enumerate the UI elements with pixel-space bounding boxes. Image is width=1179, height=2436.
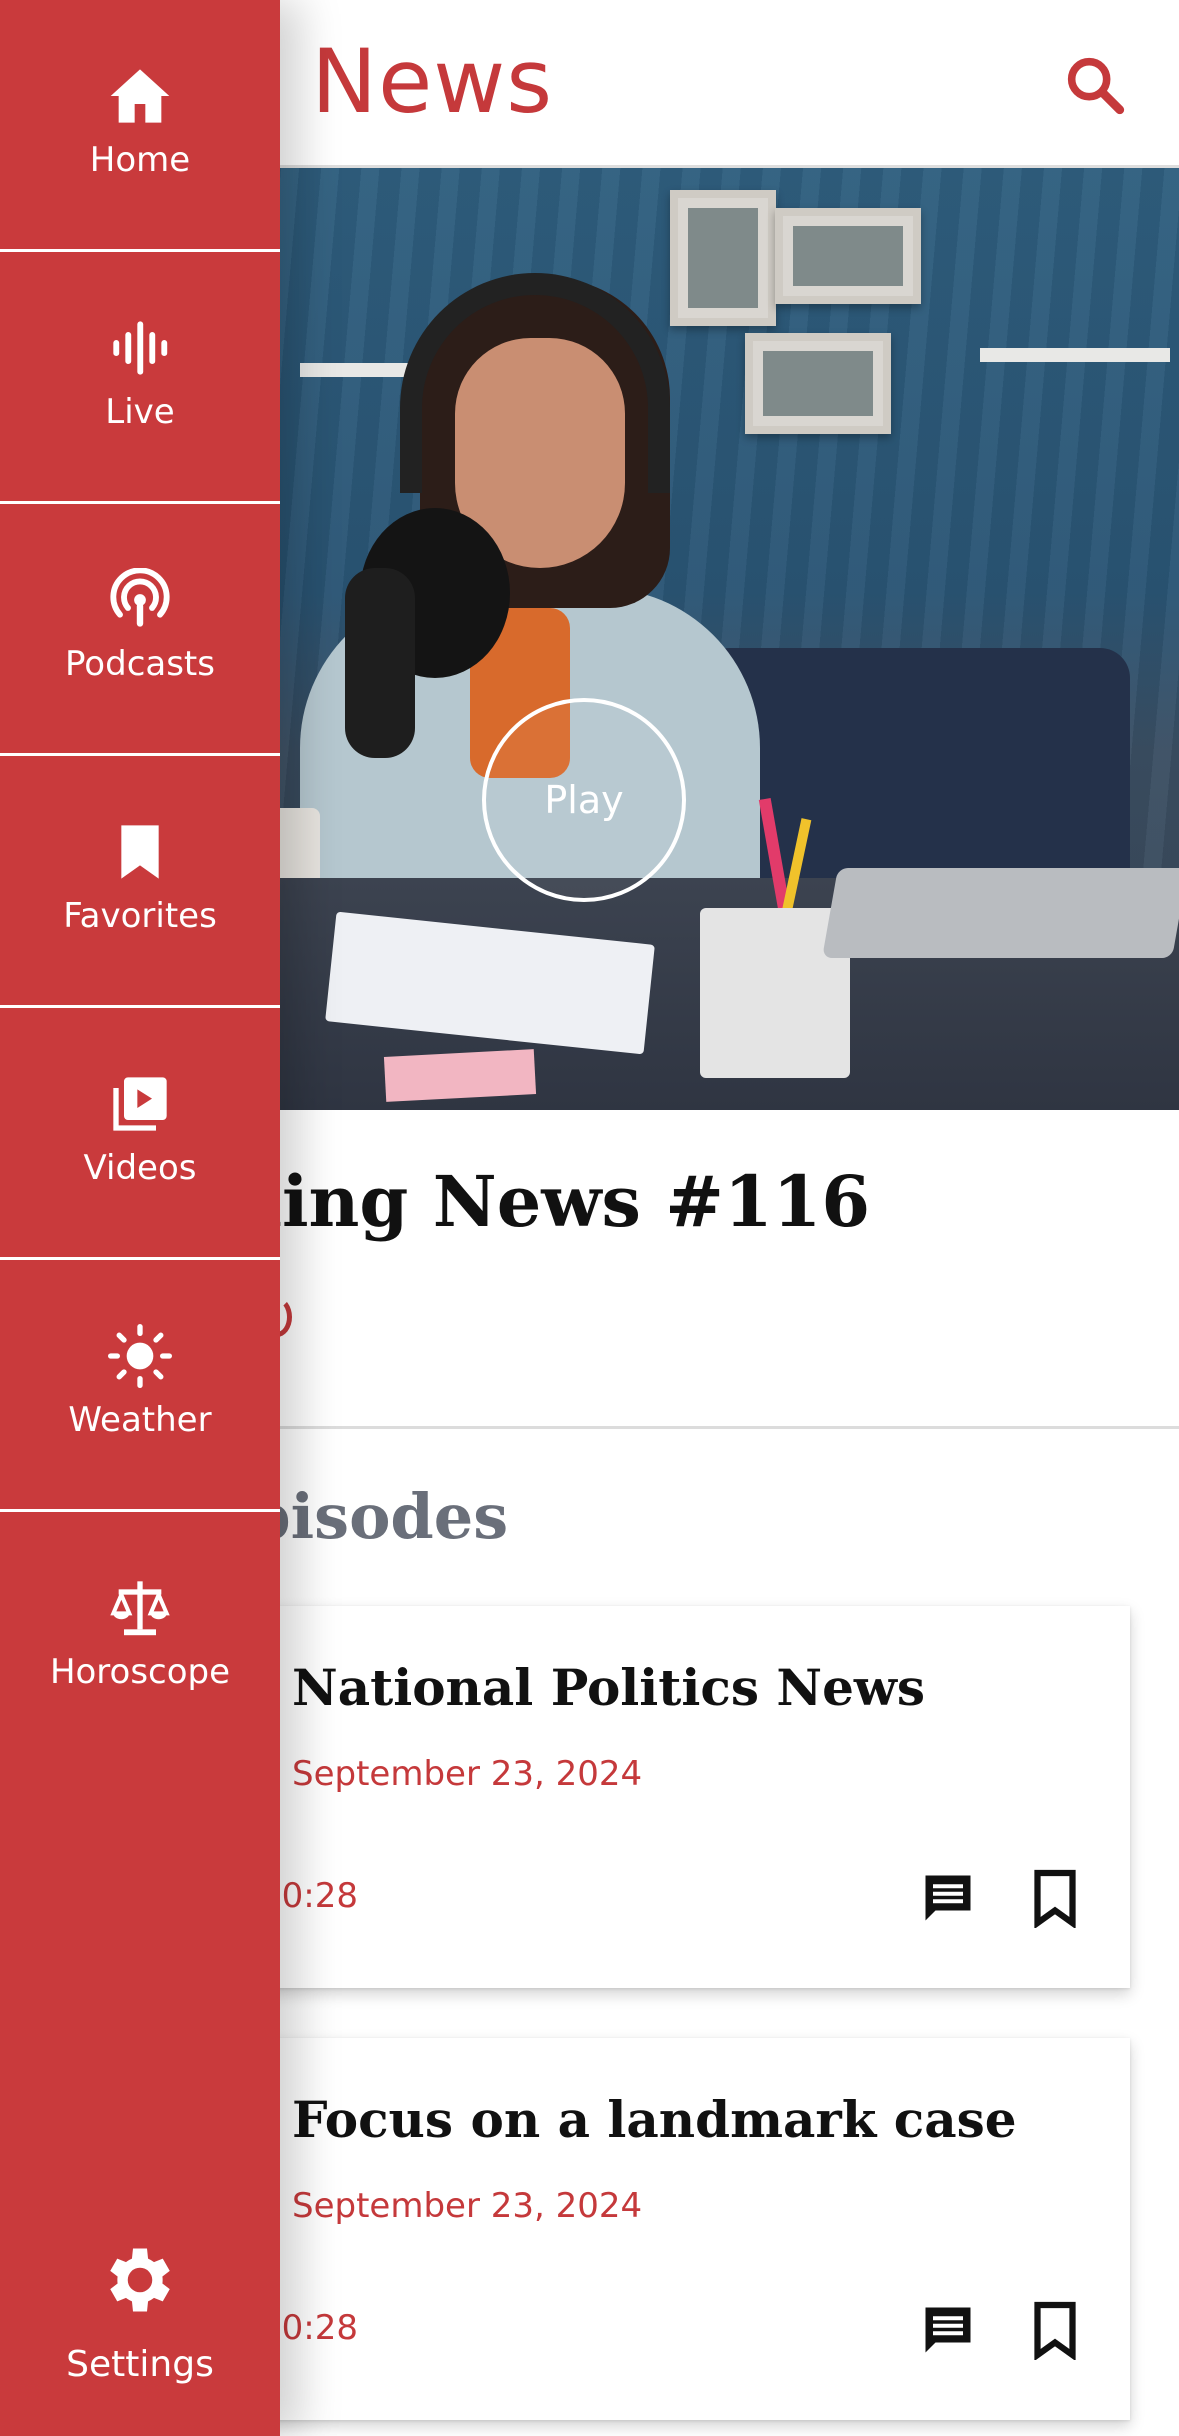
nav-label: Podcasts [65, 644, 215, 684]
sun-icon [108, 1324, 172, 1388]
nav-label: Favorites [63, 896, 217, 936]
nav-item-settings[interactable]: Settings [0, 2228, 280, 2436]
bookmark-icon[interactable] [1030, 2300, 1080, 2362]
nav-label: Weather [68, 1400, 212, 1440]
nav-item-home[interactable]: Home [0, 0, 280, 252]
navigation-drawer: Home Live Podcasts Favorites Videos Weat… [0, 0, 280, 2436]
nav-item-videos[interactable]: Videos [0, 1008, 280, 1260]
card-title: Focus on a landmark case [292, 2090, 1017, 2149]
video-library-icon [113, 1077, 167, 1131]
card-date: September 23, 2024 [292, 1754, 643, 1794]
podcast-icon [110, 568, 170, 627]
search-button[interactable] [1060, 50, 1130, 120]
nav-label: Horoscope [49, 1652, 231, 1692]
audio-waveform-icon [113, 321, 168, 375]
nav-item-favorites[interactable]: Favorites [0, 756, 280, 1008]
episode-card[interactable]: National Politics News September 23, 202… [200, 1606, 1130, 1988]
home-icon [110, 69, 170, 123]
nav-label: Live [105, 392, 175, 432]
nav-label: Settings [66, 2344, 214, 2385]
nav-item-podcasts[interactable]: Podcasts [0, 504, 280, 756]
scales-icon [110, 1581, 170, 1636]
card-title: National Politics News [292, 1658, 926, 1717]
comment-icon[interactable] [918, 1868, 978, 1928]
nav-item-weather[interactable]: Weather [0, 1260, 280, 1512]
nav-item-horoscope[interactable]: Horoscope [0, 1512, 280, 1764]
card-date: September 23, 2024 [292, 2186, 643, 2226]
episode-card[interactable]: Focus on a landmark case September 23, 2… [200, 2038, 1130, 2420]
nav-label: Home [89, 140, 191, 180]
bookmark-icon [121, 825, 159, 879]
bookmark-icon[interactable] [1030, 1868, 1080, 1930]
nav-label: Videos [83, 1148, 197, 1188]
play-button[interactable]: Play [482, 698, 686, 902]
comment-icon[interactable] [918, 2300, 978, 2360]
gear-icon [110, 2248, 170, 2312]
search-icon [1067, 57, 1125, 115]
nav-item-live[interactable]: Live [0, 252, 280, 504]
